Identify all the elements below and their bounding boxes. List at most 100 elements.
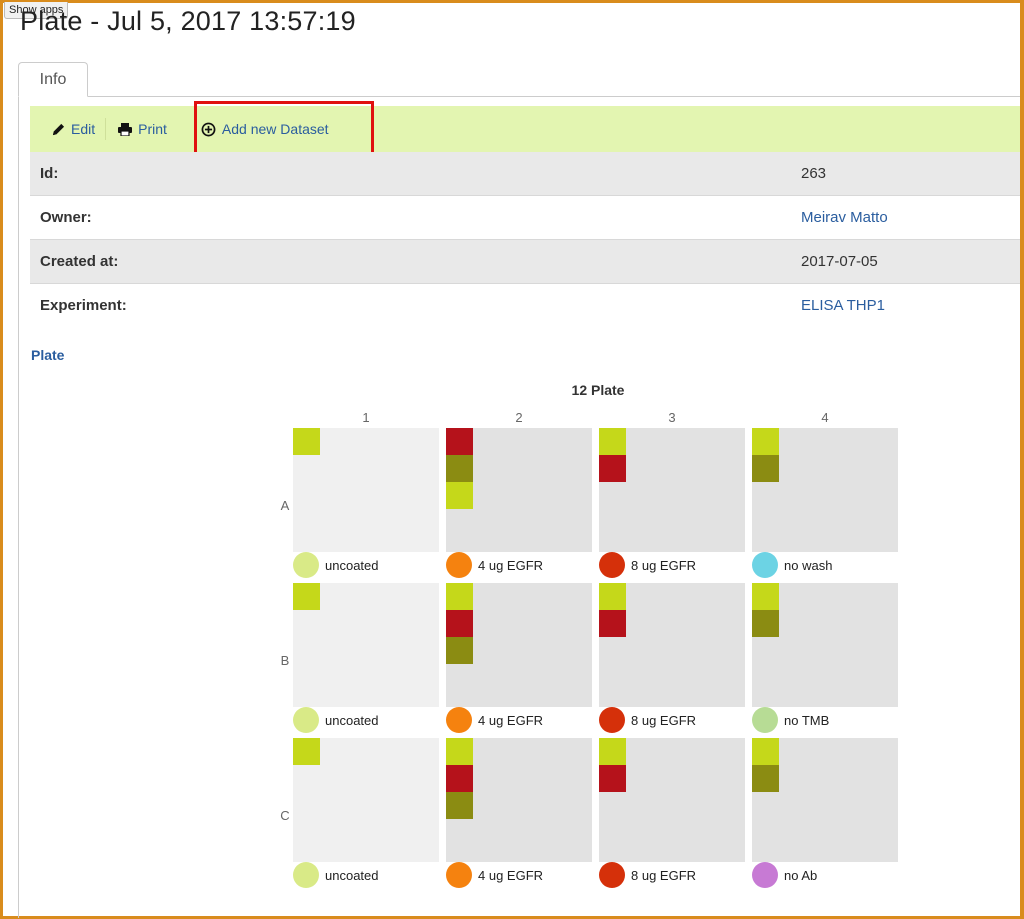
- condition-marker: [752, 428, 779, 455]
- sample-dot: [599, 552, 625, 578]
- condition-marker: [599, 455, 626, 482]
- sample-dot: [599, 707, 625, 733]
- well-label: 8 ug EGFR: [599, 707, 745, 733]
- owner-link[interactable]: Meirav Matto: [801, 209, 888, 226]
- well-label-text: 4 ug EGFR: [478, 712, 544, 728]
- plate-well[interactable]: 8 ug EGFR: [599, 428, 745, 578]
- info-row-owner: Owner: Meirav Matto: [30, 196, 1020, 240]
- well-label: 8 ug EGFR: [599, 552, 745, 578]
- sample-dot: [599, 862, 625, 888]
- plate-well[interactable]: uncoated: [293, 738, 439, 888]
- condition-marker: [752, 610, 779, 637]
- condition-marker: [293, 428, 320, 455]
- sample-dot: [293, 552, 319, 578]
- plate-well[interactable]: no Ab: [752, 738, 898, 888]
- well-label-text: 8 ug EGFR: [631, 867, 697, 883]
- condition-marker: [446, 428, 473, 455]
- info-row-created: Created at: 2017-07-05: [30, 240, 1020, 284]
- well-label: no wash: [752, 552, 898, 578]
- plus-circle-icon: [201, 122, 216, 136]
- info-table: Id: 263 Owner: Meirav Matto Created at: …: [30, 152, 1020, 327]
- add-dataset-label: Add new Dataset: [221, 121, 329, 137]
- panel-border: [18, 96, 19, 918]
- experiment-link[interactable]: ELISA THP1: [801, 297, 885, 314]
- plate-section-link[interactable]: Plate: [31, 347, 64, 363]
- plate-well[interactable]: 4 ug EGFR: [446, 738, 592, 888]
- toolbar: Edit Print Add new Dataset: [30, 106, 1020, 152]
- condition-marker: [446, 610, 473, 637]
- condition-marker: [446, 738, 473, 765]
- condition-marker: [446, 637, 473, 664]
- well-label-text: 4 ug EGFR: [478, 867, 544, 883]
- sample-dot: [752, 707, 778, 733]
- print-button[interactable]: Print: [106, 106, 177, 152]
- plate-well[interactable]: no TMB: [752, 583, 898, 733]
- condition-marker: [752, 738, 779, 765]
- plate-title: 12 Plate: [571, 382, 625, 398]
- well-label: 4 ug EGFR: [446, 552, 592, 578]
- row-label: B: [280, 653, 290, 668]
- well-label-text: no wash: [784, 557, 833, 573]
- sample-dot: [446, 707, 472, 733]
- edit-label: Edit: [71, 121, 96, 137]
- edit-button[interactable]: Edit: [30, 106, 105, 152]
- id-value: 263: [801, 165, 827, 182]
- well-label: uncoated: [293, 862, 439, 888]
- sample-dot: [446, 552, 472, 578]
- row-label: C: [280, 808, 290, 823]
- column-label: 1: [362, 410, 370, 425]
- well-label: uncoated: [293, 707, 439, 733]
- sample-dot: [752, 862, 778, 888]
- row-label: A: [280, 498, 290, 513]
- well-label-text: no Ab: [784, 867, 818, 883]
- pencil-icon: [52, 123, 65, 135]
- sample-dot: [293, 862, 319, 888]
- sample-dot: [293, 707, 319, 733]
- printer-icon: [118, 122, 133, 136]
- column-label: 3: [668, 410, 676, 425]
- well-label-text: 4 ug EGFR: [478, 557, 544, 573]
- created-label: Created at:: [40, 253, 119, 270]
- experiment-label: Experiment:: [40, 297, 127, 314]
- condition-marker: [446, 455, 473, 482]
- page-title: Plate - Jul 5, 2017 13:57:19: [20, 6, 356, 36]
- well-label: 4 ug EGFR: [446, 707, 592, 733]
- condition-marker: [446, 792, 473, 819]
- info-row-id: Id: 263: [30, 152, 1020, 196]
- column-label: 4: [821, 410, 829, 425]
- add-dataset-button[interactable]: Add new Dataset: [177, 106, 339, 152]
- plate-well[interactable]: 4 ug EGFR: [446, 428, 592, 578]
- sample-dot: [752, 552, 778, 578]
- condition-marker: [599, 610, 626, 637]
- well-label: no Ab: [752, 862, 898, 888]
- well-label-text: uncoated: [325, 867, 379, 883]
- tab-divider: [18, 96, 1020, 97]
- well-label-text: uncoated: [325, 712, 379, 728]
- created-value: 2017-07-05: [801, 253, 878, 270]
- condition-marker: [293, 583, 320, 610]
- plate-well[interactable]: 8 ug EGFR: [599, 738, 745, 888]
- condition-marker: [599, 583, 626, 610]
- well-label: uncoated: [293, 552, 439, 578]
- well-label: 8 ug EGFR: [599, 862, 745, 888]
- plate-well[interactable]: no wash: [752, 428, 898, 578]
- plate-well[interactable]: uncoated: [293, 583, 439, 733]
- condition-marker: [599, 765, 626, 792]
- condition-marker: [752, 583, 779, 610]
- well-label-text: 8 ug EGFR: [631, 712, 697, 728]
- well-label: no TMB: [752, 707, 898, 733]
- well-label-text: 8 ug EGFR: [631, 557, 697, 573]
- plate-well[interactable]: 8 ug EGFR: [599, 583, 745, 733]
- print-label: Print: [138, 121, 167, 137]
- condition-marker: [446, 482, 473, 509]
- well-label: 4 ug EGFR: [446, 862, 592, 888]
- plate-well[interactable]: 4 ug EGFR: [446, 583, 592, 733]
- plate-well[interactable]: uncoated: [293, 428, 439, 578]
- column-label: 2: [515, 410, 523, 425]
- condition-marker: [293, 738, 320, 765]
- well-label-text: no TMB: [784, 712, 830, 728]
- owner-label: Owner:: [40, 209, 92, 226]
- tab-info[interactable]: Info: [18, 62, 88, 97]
- condition-marker: [446, 765, 473, 792]
- condition-marker: [446, 583, 473, 610]
